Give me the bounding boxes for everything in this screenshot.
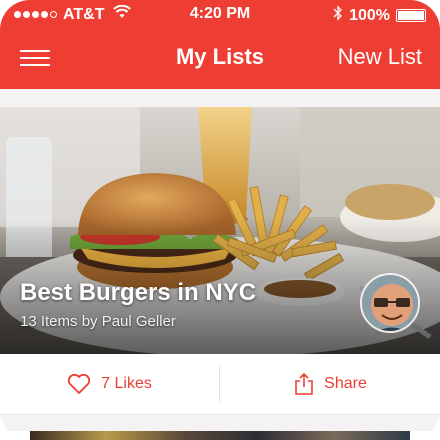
hamburger-menu-icon[interactable] [20,46,50,70]
status-right: 100% [333,5,426,26]
card-separator [0,415,440,431]
app-screen: AT&T 4:20 PM 100% My Lists New List Best… [0,0,440,440]
list-subtitle: 13 Items by Paul Geller [20,313,176,330]
like-button[interactable]: 7 Likes [0,354,219,414]
like-count-label: 7 Likes [101,375,152,392]
battery-percent: 100% [349,6,390,24]
navigation-bar: My Lists New List [0,28,440,89]
author-avatar[interactable] [360,273,420,333]
next-list-card[interactable] [30,431,410,440]
list-title: Best Burgers in NYC [20,279,257,306]
card-actions: 7 Likes Share [0,354,440,415]
battery-icon [396,9,426,22]
share-icon [295,372,313,395]
status-bar: AT&T 4:20 PM 100% [0,0,440,28]
new-list-button[interactable]: New List [338,44,422,70]
list-card[interactable]: Best Burgers in NYC 13 Items by Paul Gel… [0,107,440,354]
list-top-spacer [0,89,440,108]
action-divider [219,366,220,402]
share-label: Share [324,375,367,392]
share-button[interactable]: Share [221,354,440,414]
heart-icon [68,373,91,394]
header: AT&T 4:20 PM 100% My Lists New List [0,0,440,89]
bluetooth-icon [333,5,343,26]
